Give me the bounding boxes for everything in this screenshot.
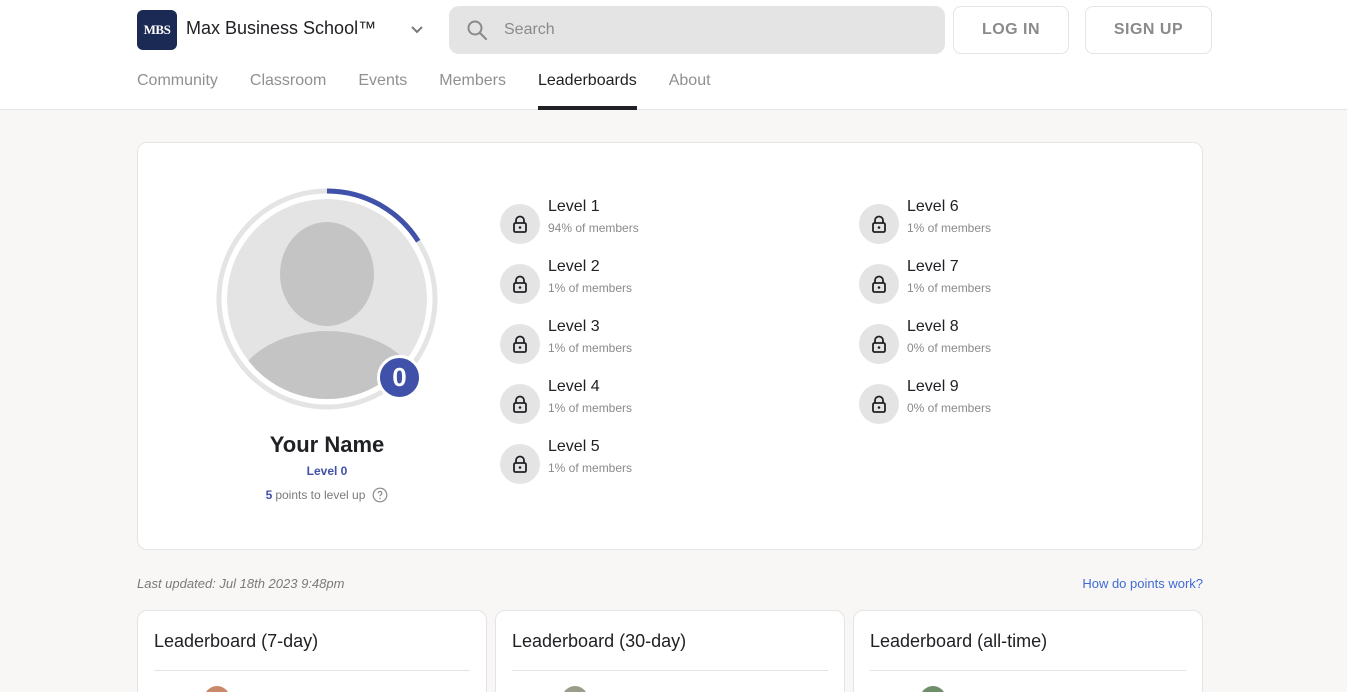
leaderboard-title: Leaderboard (7-day) <box>154 631 319 651</box>
group-logo-text: MBS <box>143 22 171 37</box>
help-icon[interactable] <box>372 487 388 503</box>
profile-name: Your Name <box>269 432 385 457</box>
level-members: 94% of members <box>548 221 639 235</box>
level-title: Level 1 <box>548 198 600 215</box>
profile-level: Level 0 <box>306 464 348 478</box>
group-logo[interactable]: MBS <box>137 10 177 50</box>
level-item: Level 3 1% of members <box>500 318 750 364</box>
level-item: Level 4 1% of members <box>500 378 750 424</box>
chevron-down-icon[interactable] <box>408 20 426 38</box>
points-suffix: points to level up <box>275 488 366 502</box>
avatar[interactable] <box>920 686 946 692</box>
level-item: Level 6 1% of members <box>859 198 1109 244</box>
points-number: 5 <box>265 488 273 502</box>
lock-icon <box>859 204 899 244</box>
leaderboard-30-day: Leaderboard (30-day) <box>495 610 845 692</box>
lock-icon <box>859 384 899 424</box>
search-bar[interactable] <box>449 6 945 54</box>
level-item: Level 1 94% of members <box>500 198 750 244</box>
level-title: Level 6 <box>907 198 959 215</box>
level-members: 1% of members <box>548 341 633 355</box>
level-members: 1% of members <box>907 221 992 235</box>
level-badge: 0 <box>377 355 422 400</box>
level-title: Level 5 <box>548 438 600 455</box>
lock-icon <box>500 264 540 304</box>
search-input[interactable] <box>504 21 904 39</box>
lock-icon <box>500 204 540 244</box>
level-members: 1% of members <box>548 461 633 475</box>
lock-icon <box>500 384 540 424</box>
divider <box>154 670 470 671</box>
lock-icon <box>500 324 540 364</box>
login-button[interactable]: LOG IN <box>953 6 1069 54</box>
avatar[interactable] <box>204 686 230 692</box>
how-points-link[interactable]: How do points work? <box>1020 576 1203 591</box>
level-title: Level 8 <box>907 318 959 335</box>
level-members: 0% of members <box>907 401 992 415</box>
level-members: 1% of members <box>548 401 633 415</box>
level-item: Level 9 0% of members <box>859 378 1109 424</box>
level-members: 0% of members <box>907 341 992 355</box>
level-members: 1% of members <box>907 281 992 295</box>
lock-icon <box>859 264 899 304</box>
tab-classroom[interactable]: Classroom <box>250 70 326 110</box>
tab-leaderboards[interactable]: Leaderboards <box>537 70 637 110</box>
level-item: Level 5 1% of members <box>500 438 750 484</box>
lock-icon <box>500 444 540 484</box>
leaderboard-7-day: Leaderboard (7-day) <box>137 610 487 692</box>
tab-events[interactable]: Events <box>358 70 407 110</box>
level-title: Level 7 <box>907 258 959 275</box>
tab-about[interactable]: About <box>669 70 711 110</box>
divider <box>512 670 828 671</box>
nav-tabs: Community Classroom Events Members Leade… <box>137 70 743 110</box>
level-item: Level 8 0% of members <box>859 318 1109 364</box>
signup-button[interactable]: SIGN UP <box>1085 6 1212 54</box>
leaderboard-title: Leaderboard (30-day) <box>512 631 687 651</box>
level-members: 1% of members <box>548 281 633 295</box>
level-title: Level 4 <box>548 378 600 395</box>
points-to-level: 5 points to level up <box>227 487 427 503</box>
top-header: MBS Max Business School™ LOG IN SIGN UP … <box>0 0 1347 110</box>
level-title: Level 2 <box>548 258 600 275</box>
leaderboard-title: Leaderboard (all-time) <box>870 631 1048 651</box>
avatar[interactable] <box>562 686 588 692</box>
search-icon <box>467 20 488 41</box>
tab-community[interactable]: Community <box>137 70 218 110</box>
last-updated: Last updated: Jul 18th 2023 9:48pm <box>137 576 345 591</box>
group-name[interactable]: Max Business School™ <box>186 18 376 39</box>
level-title: Level 3 <box>548 318 600 335</box>
leaderboard-all-time: Leaderboard (all-time) <box>853 610 1203 692</box>
tab-members[interactable]: Members <box>439 70 506 110</box>
level-title: Level 9 <box>907 378 959 395</box>
divider <box>870 670 1186 671</box>
level-item: Level 2 1% of members <box>500 258 750 304</box>
lock-icon <box>859 324 899 364</box>
level-item: Level 7 1% of members <box>859 258 1109 304</box>
